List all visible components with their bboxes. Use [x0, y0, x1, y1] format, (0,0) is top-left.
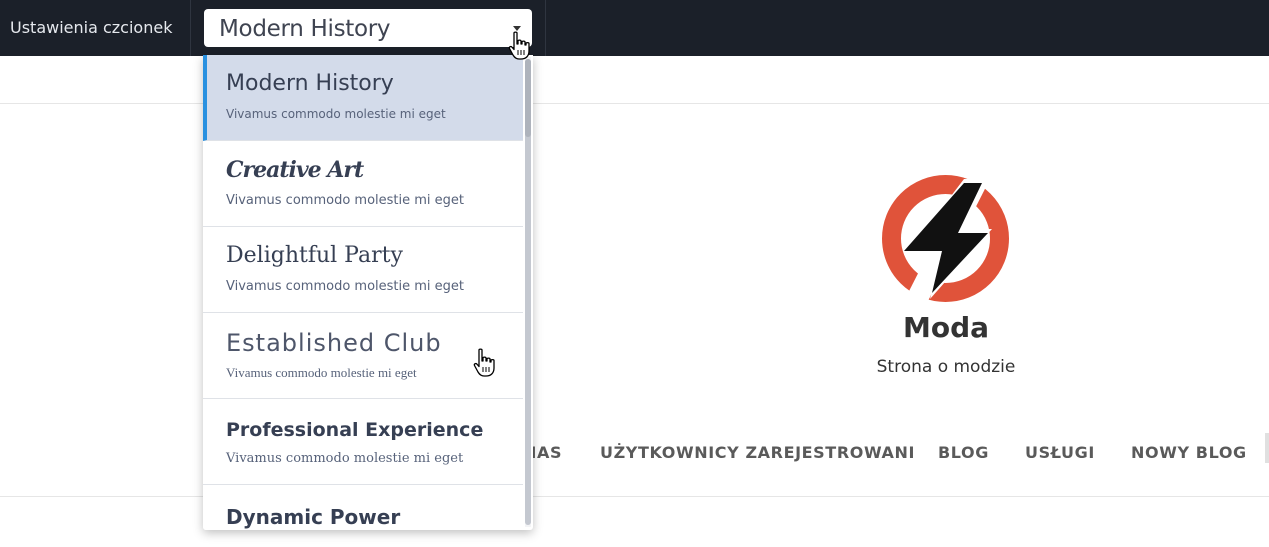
font-option-title: Modern History — [226, 71, 394, 96]
font-option-professional-experience[interactable]: Professional Experience Vivamus commodo … — [203, 399, 523, 485]
font-dropdown-list[interactable]: Modern History Vivamus commodo molestie … — [203, 55, 533, 530]
hand-pointer-icon — [508, 31, 530, 60]
lightning-bolt-icon[interactable] — [882, 175, 1009, 302]
font-option-sample: Vivamus commodo molestie mi eget — [226, 451, 464, 466]
toolbar-divider — [190, 0, 191, 56]
font-option-sample: Vivamus commodo molestie mi eget — [226, 107, 446, 121]
font-option-title: Dynamic Power — [226, 505, 401, 529]
toolbar-divider — [545, 0, 546, 56]
font-settings-label: Ustawienia czcionek — [10, 18, 173, 37]
font-settings-toolbar: Ustawienia czcionek Modern History — [0, 0, 1269, 56]
site-title[interactable]: Moda — [846, 311, 1046, 344]
nav-item-services[interactable]: USŁUGI — [1025, 443, 1095, 462]
font-option-dynamic-power[interactable]: Dynamic Power — [203, 485, 523, 530]
font-option-sample: Vivamus commodo molestie mi eget — [226, 193, 464, 208]
nav-item-registered-users[interactable]: UŻYTKOWNICY ZAREJESTROWANI — [600, 443, 915, 462]
font-select[interactable]: Modern History — [204, 9, 532, 47]
nav-item-blog[interactable]: BLOG — [938, 443, 989, 462]
hand-pointer-icon — [473, 348, 495, 377]
dropdown-scrollbar-thumb[interactable] — [525, 59, 531, 137]
font-option-title: Delightful Party — [226, 243, 403, 268]
font-option-sample: Vivamus commodo molestie mi eget — [226, 279, 464, 294]
font-option-title: Established Club — [226, 329, 442, 357]
font-option-title: Creative Art — [226, 157, 364, 183]
font-option-creative-art[interactable]: Creative Art Vivamus commodo molestie mi… — [203, 141, 523, 227]
nav-divider — [0, 496, 1269, 497]
font-option-sample: Vivamus commodo molestie mi eget — [226, 365, 417, 380]
nav-item-new-blog[interactable]: NOWY BLOG — [1131, 443, 1247, 462]
font-option-modern-history[interactable]: Modern History Vivamus commodo molestie … — [203, 55, 523, 141]
header-divider — [0, 103, 1269, 104]
font-option-title: Professional Experience — [226, 419, 484, 441]
font-select-value: Modern History — [219, 16, 391, 42]
nav-edge-element — [1265, 433, 1269, 463]
font-option-delightful-party[interactable]: Delightful Party Vivamus commodo molesti… — [203, 227, 523, 313]
site-tagline: Strona o modzie — [876, 357, 1016, 377]
